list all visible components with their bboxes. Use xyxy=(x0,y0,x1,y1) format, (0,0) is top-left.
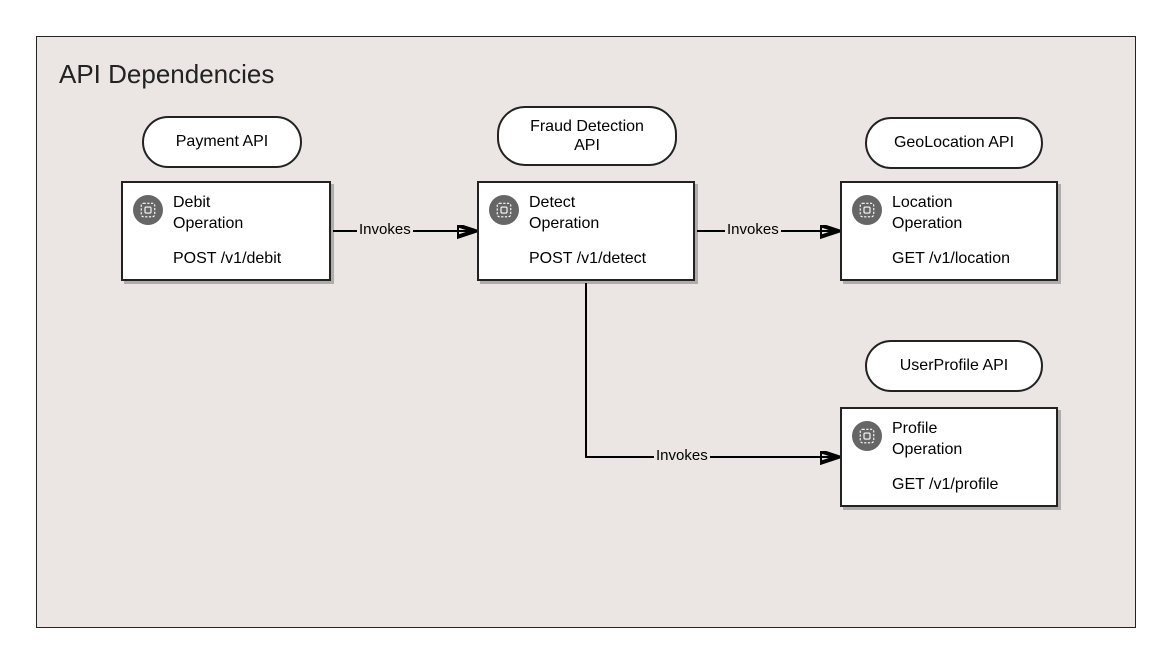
operation-box-detect: Detect Operation POST /v1/detect xyxy=(477,181,695,281)
operation-name-line2: Operation xyxy=(892,441,962,458)
operation-method-path: POST /v1/debit xyxy=(173,249,281,270)
operation-icon xyxy=(852,195,882,225)
api-pill-label: GeoLocation API xyxy=(894,133,1014,152)
edge-label-invokes-1: Invokes xyxy=(357,221,413,238)
operation-method-path: POST /v1/detect xyxy=(529,249,646,270)
operation-icon xyxy=(133,195,163,225)
api-pill-payment: Payment API xyxy=(142,116,302,168)
operation-method-path: GET /v1/location xyxy=(892,249,1010,270)
api-pill-label: Payment API xyxy=(176,132,269,151)
api-pill-label: UserProfile API xyxy=(900,356,1008,375)
operation-box-profile: Profile Operation GET /v1/profile xyxy=(840,407,1058,507)
operation-name-line2: Operation xyxy=(529,215,599,232)
operation-name-line1: Debit xyxy=(173,194,210,211)
diagram-title: API Dependencies xyxy=(59,59,274,90)
operation-name-line1: Detect xyxy=(529,194,575,211)
api-pill-label: Fraud Detection API xyxy=(517,117,657,155)
api-pill-geo: GeoLocation API xyxy=(865,117,1043,169)
operation-name-line1: Profile xyxy=(892,420,937,437)
api-pill-fraud: Fraud Detection API xyxy=(497,106,677,166)
operation-name-line1: Location xyxy=(892,194,953,211)
edge-label-invokes-3: Invokes xyxy=(654,447,710,464)
diagram-container: API Dependencies Payment API Fraud Detec… xyxy=(36,36,1136,628)
operation-name-line2: Operation xyxy=(892,215,962,232)
api-pill-userprofile: UserProfile API xyxy=(865,340,1043,392)
operation-name-line2: Operation xyxy=(173,215,243,232)
operation-icon xyxy=(489,195,519,225)
operation-box-debit: Debit Operation POST /v1/debit xyxy=(121,181,331,281)
operation-method-path: GET /v1/profile xyxy=(892,475,998,496)
edge-label-invokes-2: Invokes xyxy=(725,221,781,238)
operation-box-location: Location Operation GET /v1/location xyxy=(840,181,1058,281)
operation-icon xyxy=(852,421,882,451)
